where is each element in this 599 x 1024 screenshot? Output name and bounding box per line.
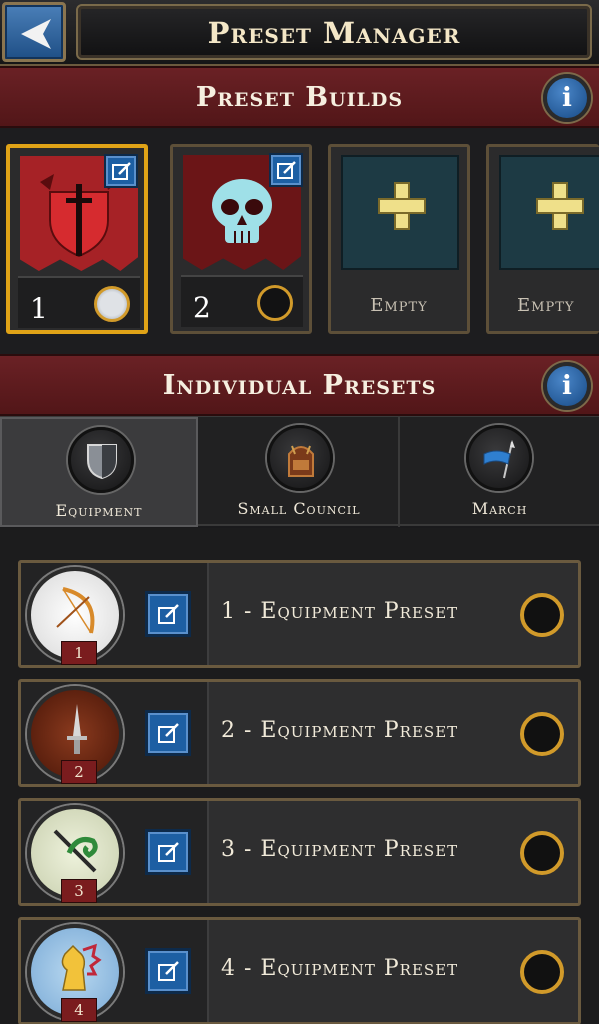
preset-label: 4 - Equipment Preset [221,956,459,981]
edit-icon [158,842,179,862]
preset-label: 1 - Equipment Preset [221,599,459,624]
preset-4-select-radio[interactable] [520,950,564,994]
preset-row-body: 3 - Equipment Preset [207,801,578,903]
preset-row-body: 1 - Equipment Preset [207,563,578,665]
edit-preset-2-button[interactable] [145,710,191,756]
edit-icon [158,723,179,743]
build-2-select-radio[interactable] [257,285,293,321]
build-card-1-footer: 1 [18,276,140,328]
preset-type-tabs: Equipment Small Council March [0,416,599,527]
edit-build-1-button[interactable] [104,154,138,188]
title-frame: Preset Manager [76,4,592,60]
build-card-2-footer: 2 [181,275,303,327]
tab-march[interactable]: March [400,417,599,527]
list-item[interactable]: 3 3 - Equipment Preset [18,798,581,906]
list-item[interactable]: 1 1 - Equipment Preset [18,560,581,668]
build-number: 1 [30,292,48,325]
preset-row-body: 4 - Equipment Preset [207,920,578,1022]
list-item[interactable]: 4 4 - Equipment Preset [18,917,581,1024]
preset-label: 2 - Equipment Preset [221,718,459,743]
preset-builds-banner: Preset Builds i [0,66,599,128]
empty-slot-label: Empty [370,295,428,316]
build-card-empty-2[interactable]: Empty [486,144,599,334]
edit-icon [158,961,179,981]
build-card-2[interactable]: 2 [170,144,312,334]
plus-icon [378,182,426,230]
preset-3-select-radio[interactable] [520,831,564,875]
preset-row-body: 2 - Equipment Preset [207,682,578,784]
individual-presets-title: Individual Presets [162,370,437,401]
preset-1-select-radio[interactable] [520,593,564,637]
edit-icon [158,604,179,624]
empty-slot-label: Empty [517,295,575,316]
edit-icon [112,162,131,180]
page-title: Preset Manager [207,16,461,50]
preset-label: 3 - Equipment Preset [221,837,459,862]
build-card-empty-1[interactable]: Empty [328,144,470,334]
tab-march-label: March [471,499,528,518]
preset-number-badge: 1 [61,641,97,665]
horse-icon: 4 [27,924,123,1022]
throne-icon [267,425,333,491]
edit-preset-1-button[interactable] [145,591,191,637]
preset-builds-title: Preset Builds [195,82,404,113]
individual-presets-banner: Individual Presets i [0,354,599,416]
tab-equipment-label: Equipment [55,501,143,520]
list-item[interactable]: 2 2 - Equipment Preset [18,679,581,787]
build-card-1[interactable]: 1 [6,144,148,334]
edit-preset-4-button[interactable] [145,948,191,994]
tab-small-council-label: Small Council [237,499,361,518]
preset-number-badge: 4 [61,998,97,1022]
tab-equipment[interactable]: Equipment [0,417,198,527]
dagger-icon: 2 [27,686,123,784]
build-1-select-radio[interactable] [94,286,130,322]
bow-icon: 1 [27,567,123,665]
preset-number-badge: 3 [61,879,97,903]
preset-builds-row: 1 2 Empty Empty [0,128,599,354]
preset-2-select-radio[interactable] [520,712,564,756]
sword-serpent-icon: 3 [27,805,123,903]
preset-number-badge: 2 [61,760,97,784]
back-arrow-icon [21,19,51,49]
shield-icon [68,427,134,493]
top-bar: Preset Manager [0,0,599,66]
empty-slot-background [341,155,459,270]
back-button[interactable] [2,2,66,62]
edit-build-2-button[interactable] [269,153,303,187]
build-number: 2 [193,291,211,324]
banner-spear-icon [466,425,532,491]
tab-small-council[interactable]: Small Council [200,417,400,527]
plus-icon [536,182,584,230]
empty-slot-background [499,155,599,270]
equipment-preset-list: 1 1 - Equipment Preset 2 2 - Equipment P… [0,528,599,1024]
preset-builds-info-button[interactable]: i [543,74,591,122]
edit-preset-3-button[interactable] [145,829,191,875]
individual-presets-info-button[interactable]: i [543,362,591,410]
edit-icon [277,161,296,179]
